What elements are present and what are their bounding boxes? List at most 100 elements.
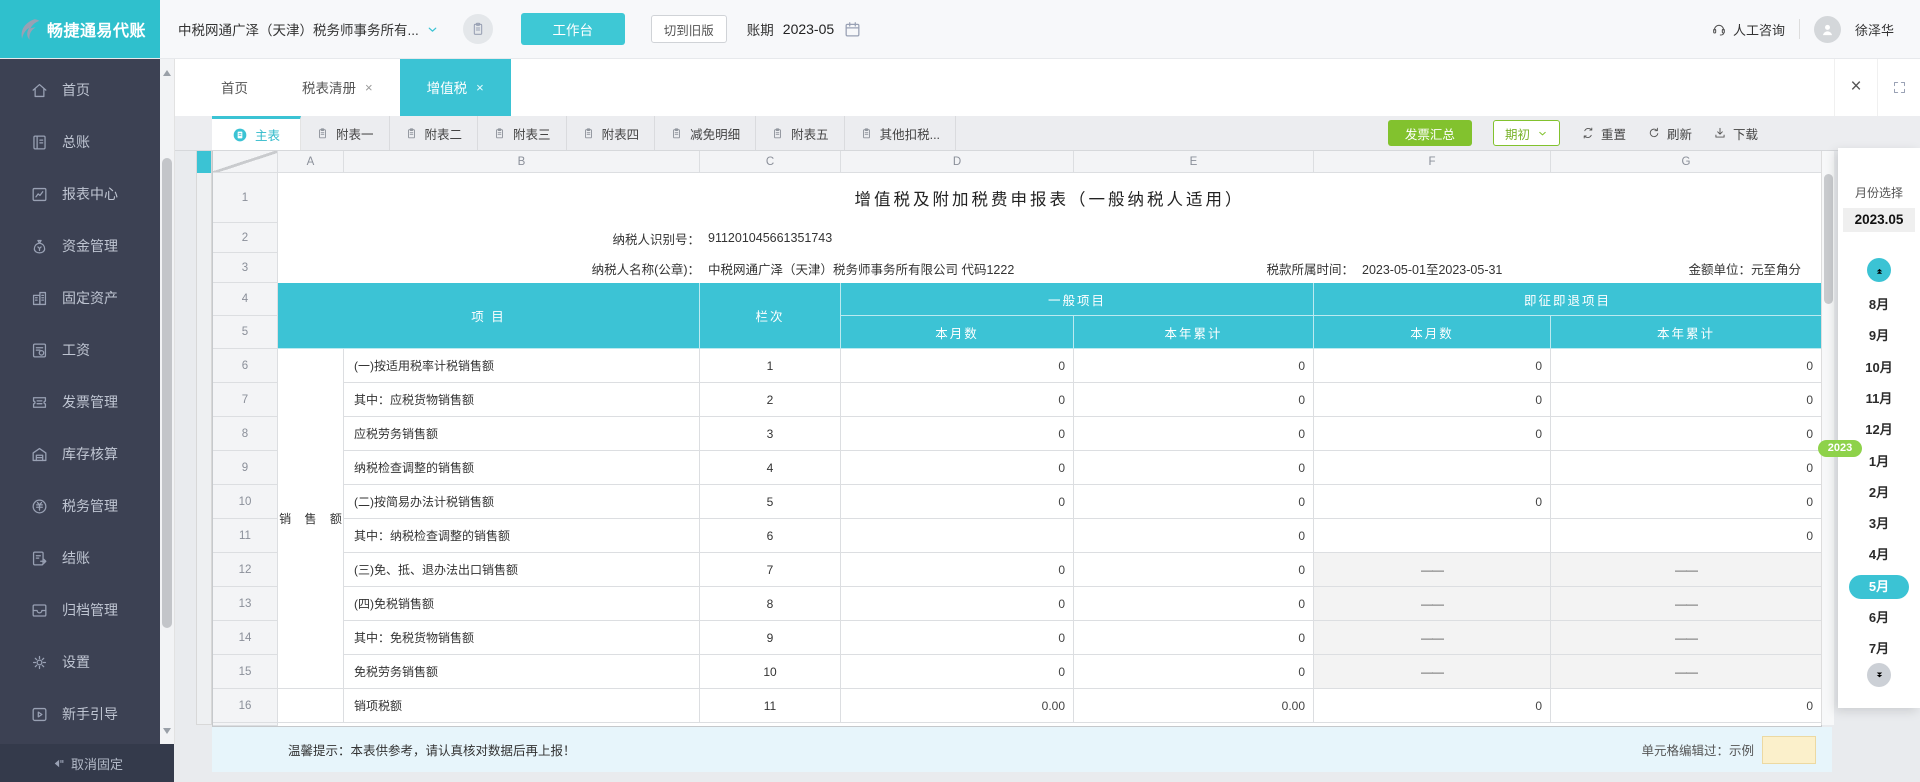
row-header-7[interactable]: 7 bbox=[213, 383, 278, 417]
scroll-up-arrow-icon[interactable] bbox=[163, 70, 171, 76]
value-row12-e[interactable]: 0 bbox=[1074, 553, 1314, 587]
value-row7-d[interactable]: 0 bbox=[841, 383, 1074, 417]
period-begin-button[interactable]: 期初 bbox=[1492, 120, 1560, 146]
sidebar-item-settings[interactable]: 设置 bbox=[0, 636, 160, 688]
sidebar-item-funds[interactable]: 资金管理 bbox=[0, 220, 160, 272]
row-header-1[interactable]: 1 bbox=[213, 173, 278, 223]
value-row10-d[interactable]: 0 bbox=[841, 485, 1074, 519]
sidebar-item-archive[interactable]: 归档管理 bbox=[0, 584, 160, 636]
notes-button[interactable] bbox=[462, 14, 493, 44]
invoice-summary-button[interactable]: 发票汇总 bbox=[1387, 120, 1472, 146]
month-item-8月[interactable]: 8月 bbox=[1838, 294, 1920, 316]
value-row12-f[interactable]: —— bbox=[1314, 553, 1551, 587]
value-row11-d[interactable] bbox=[841, 519, 1074, 553]
value-row7-f[interactable]: 0 bbox=[1314, 383, 1551, 417]
form-tab-5[interactable]: 附表四 bbox=[567, 116, 656, 150]
value-row14-f[interactable]: —— bbox=[1314, 621, 1551, 655]
row-header-9[interactable]: 9 bbox=[213, 451, 278, 485]
refresh-button[interactable]: 刷新 bbox=[1647, 124, 1692, 143]
months-scroll-up-button[interactable] bbox=[1867, 258, 1891, 282]
row-header-3[interactable]: 3 bbox=[213, 253, 278, 283]
sidebar-scrollbar[interactable] bbox=[160, 58, 175, 744]
workbench-button[interactable]: 工作台 bbox=[520, 13, 625, 45]
value-row15-f[interactable]: —— bbox=[1314, 655, 1551, 689]
scrollbar-thumb[interactable] bbox=[1824, 174, 1833, 304]
company-selector[interactable]: 中税网通广泽（天津）税务师事务所有... bbox=[178, 19, 439, 39]
value-row12-g[interactable]: —— bbox=[1551, 553, 1821, 587]
tab-close-icon[interactable]: × bbox=[476, 81, 484, 94]
value-row15-d[interactable]: 0 bbox=[841, 655, 1074, 689]
form-tab-4[interactable]: 附表三 bbox=[478, 116, 567, 150]
form-tab-8[interactable]: 其他扣税... bbox=[845, 116, 957, 150]
value-row10-g[interactable]: 0 bbox=[1551, 485, 1821, 519]
row-header-16[interactable]: 16 bbox=[213, 689, 278, 723]
value-row7-e[interactable]: 0 bbox=[1074, 383, 1314, 417]
value-row6-g[interactable]: 0 bbox=[1551, 349, 1821, 383]
sidebar-item-report[interactable]: 报表中心 bbox=[0, 168, 160, 220]
sidebar-item-inventory[interactable]: 库存核算 bbox=[0, 428, 160, 480]
sidebar-item-guide[interactable]: 新手引导 bbox=[0, 688, 160, 740]
current-period[interactable]: 2023.05 bbox=[1843, 208, 1915, 232]
value-row11-f[interactable] bbox=[1314, 519, 1551, 553]
calendar-icon[interactable] bbox=[843, 20, 862, 39]
value-row16-g[interactable]: 0 bbox=[1551, 689, 1821, 723]
value-row8-f[interactable]: 0 bbox=[1314, 417, 1551, 451]
form-tab-2[interactable]: 附表一 bbox=[301, 116, 390, 150]
month-item-12月[interactable]: 12月 bbox=[1838, 419, 1920, 441]
value-row9-g[interactable]: 0 bbox=[1551, 451, 1821, 485]
month-item-4月[interactable]: 4月 bbox=[1838, 544, 1920, 566]
tab-3[interactable]: 增值税 × bbox=[399, 58, 511, 116]
sidebar-item-home[interactable]: 首页 bbox=[0, 64, 160, 116]
sidebar-item-salary[interactable]: 工资 bbox=[0, 324, 160, 376]
value-row9-f[interactable] bbox=[1314, 451, 1551, 485]
row-header-11[interactable]: 11 bbox=[213, 519, 278, 553]
form-tab-1[interactable]: 主表 bbox=[212, 116, 302, 150]
column-header-D[interactable]: D bbox=[841, 151, 1074, 173]
value-row14-g[interactable]: —— bbox=[1551, 621, 1821, 655]
value-row13-e[interactable]: 0 bbox=[1074, 587, 1314, 621]
row-header-13[interactable]: 13 bbox=[213, 587, 278, 621]
row-header-12[interactable]: 12 bbox=[213, 553, 278, 587]
period-value[interactable]: 2023-05 bbox=[783, 21, 834, 37]
column-header-A[interactable]: A bbox=[278, 151, 344, 173]
avatar[interactable] bbox=[1813, 15, 1841, 43]
sidebar-item-closing[interactable]: 结账 bbox=[0, 532, 160, 584]
value-row10-e[interactable]: 0 bbox=[1074, 485, 1314, 519]
tab-close-icon[interactable]: × bbox=[365, 81, 373, 94]
row-header-15[interactable]: 15 bbox=[213, 655, 278, 689]
value-row13-d[interactable]: 0 bbox=[841, 587, 1074, 621]
row-header-4[interactable]: 4 bbox=[213, 283, 278, 316]
value-row16-d[interactable]: 0.00 bbox=[841, 689, 1074, 723]
switch-old-version-button[interactable]: 切到旧版 bbox=[650, 15, 727, 43]
fullscreen-button[interactable] bbox=[1877, 58, 1920, 116]
value-row13-f[interactable]: —— bbox=[1314, 587, 1551, 621]
month-item-6月[interactable]: 6月 bbox=[1838, 607, 1920, 629]
row-header-14[interactable]: 14 bbox=[213, 621, 278, 655]
value-row11-e[interactable]: 0 bbox=[1074, 519, 1314, 553]
value-row11-g[interactable]: 0 bbox=[1551, 519, 1821, 553]
row-header-2[interactable]: 2 bbox=[213, 223, 278, 253]
sidebar-item-assets[interactable]: 固定资产 bbox=[0, 272, 160, 324]
months-scroll-down-button[interactable] bbox=[1867, 663, 1891, 687]
value-row7-g[interactable]: 0 bbox=[1551, 383, 1821, 417]
value-row16-e[interactable]: 0.00 bbox=[1074, 689, 1314, 723]
form-tab-7[interactable]: 附表五 bbox=[756, 116, 845, 150]
scroll-down-arrow-icon[interactable] bbox=[163, 728, 171, 734]
reset-button[interactable]: 重置 bbox=[1581, 124, 1626, 143]
tab-2[interactable]: 税表清册 × bbox=[275, 58, 400, 116]
row-header-8[interactable]: 8 bbox=[213, 417, 278, 451]
value-row6-d[interactable]: 0 bbox=[841, 349, 1074, 383]
close-page-button[interactable]: × bbox=[1834, 58, 1877, 116]
value-row10-f[interactable]: 0 bbox=[1314, 485, 1551, 519]
value-row13-g[interactable]: —— bbox=[1551, 587, 1821, 621]
month-item-3月[interactable]: 3月 bbox=[1838, 513, 1920, 535]
value-row8-g[interactable]: 0 bbox=[1551, 417, 1821, 451]
value-row9-e[interactable]: 0 bbox=[1074, 451, 1314, 485]
column-header-B[interactable]: B bbox=[344, 151, 700, 173]
month-item-9月[interactable]: 9月 bbox=[1838, 325, 1920, 347]
column-header-C[interactable]: C bbox=[700, 151, 841, 173]
value-row14-d[interactable]: 0 bbox=[841, 621, 1074, 655]
row-header-5[interactable]: 5 bbox=[213, 316, 278, 349]
form-tab-3[interactable]: 附表二 bbox=[390, 116, 479, 150]
sidebar-item-tax[interactable]: 税务管理 bbox=[0, 480, 160, 532]
